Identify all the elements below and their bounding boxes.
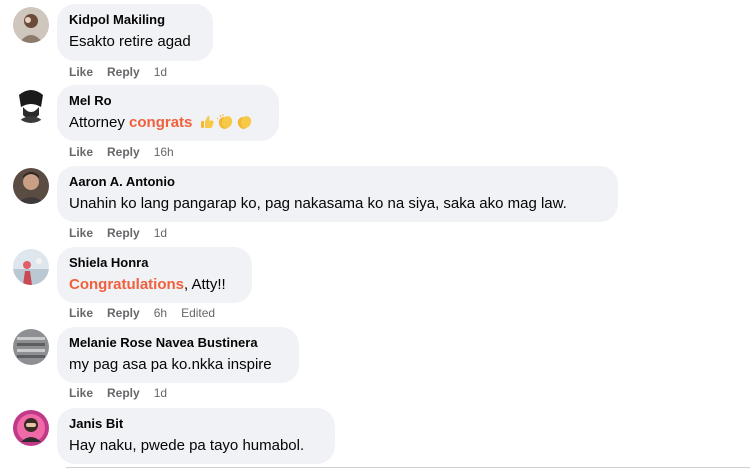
thumbs-up-emoji — [199, 114, 215, 136]
comment-bubble: Mel Ro Attorney congrats — [57, 85, 279, 141]
reply-button[interactable]: Reply — [107, 306, 140, 320]
avatar[interactable] — [13, 168, 49, 204]
comment-actions: Like Reply 1d — [69, 64, 181, 80]
comment-author[interactable]: Melanie Rose Navea Bustinera — [69, 335, 287, 351]
timestamp[interactable]: 1d — [154, 386, 167, 400]
timestamp[interactable]: 1d — [154, 226, 167, 240]
comment-text: Hay naku, pwede pa tayo humabol. — [69, 437, 305, 454]
reply-button[interactable]: Reply — [107, 226, 140, 240]
comment-bubble: Janis Bit Hay naku, pwede pa tayo humabo… — [57, 408, 335, 464]
comment-text: Esakto retire agad — [69, 33, 191, 50]
avatar[interactable] — [13, 87, 49, 123]
comment-actions: Like Reply 1d — [69, 225, 181, 241]
comment-text: Unahin ko lang pangarap ko, pag nakasama… — [69, 195, 567, 212]
comment-bubble: Aaron A. Antonio Unahin ko lang pangarap… — [57, 166, 618, 222]
like-button[interactable]: Like — [69, 306, 93, 320]
reply-button[interactable]: Reply — [107, 386, 140, 400]
highlighted-word: congrats — [129, 114, 193, 131]
edited-label[interactable]: Edited — [181, 306, 215, 320]
comment-author[interactable]: Janis Bit — [69, 416, 323, 432]
comment-text-plain: , Atty!! — [184, 276, 226, 293]
clapping-hands-emoji — [236, 114, 253, 136]
comment-actions: Like Reply 16h — [69, 144, 188, 160]
highlighted-word: Congratulations — [69, 276, 184, 293]
avatar[interactable] — [13, 410, 49, 446]
timestamp[interactable]: 16h — [154, 145, 174, 159]
avatar[interactable] — [13, 249, 49, 285]
reply-button[interactable]: Reply — [107, 145, 140, 159]
comment-bubble: Shiela Honra Congratulations, Atty!! — [57, 247, 252, 303]
comment-bubble: Melanie Rose Navea Bustinera my pag asa … — [57, 327, 299, 383]
comment-text: Attorney congrats — [69, 113, 267, 136]
divider — [66, 467, 750, 468]
comment-text-plain: Attorney — [69, 114, 130, 131]
comment-text: my pag asa pa ko.nkka inspire — [69, 356, 272, 373]
comment-bubble: Kidpol Makiling Esakto retire agad — [57, 4, 213, 61]
like-button[interactable]: Like — [69, 145, 93, 159]
comment-author[interactable]: Shiela Honra — [69, 255, 240, 271]
timestamp[interactable]: 1d — [154, 65, 167, 79]
like-button[interactable]: Like — [69, 65, 93, 79]
clapping-hands-emoji — [216, 114, 234, 136]
comment-author[interactable]: Mel Ro — [69, 93, 267, 109]
reply-button[interactable]: Reply — [107, 65, 140, 79]
comment-actions: Like Reply 1d — [69, 385, 181, 401]
comment-text: Congratulations, Atty!! — [69, 275, 240, 295]
comment-author[interactable]: Aaron A. Antonio — [69, 174, 606, 190]
like-button[interactable]: Like — [69, 226, 93, 240]
comment-actions: Like Reply 6h Edited — [69, 305, 215, 321]
avatar[interactable] — [13, 7, 49, 43]
like-button[interactable]: Like — [69, 386, 93, 400]
timestamp[interactable]: 6h — [154, 306, 167, 320]
avatar[interactable] — [13, 329, 49, 365]
comment-author[interactable]: Kidpol Makiling — [69, 12, 201, 28]
